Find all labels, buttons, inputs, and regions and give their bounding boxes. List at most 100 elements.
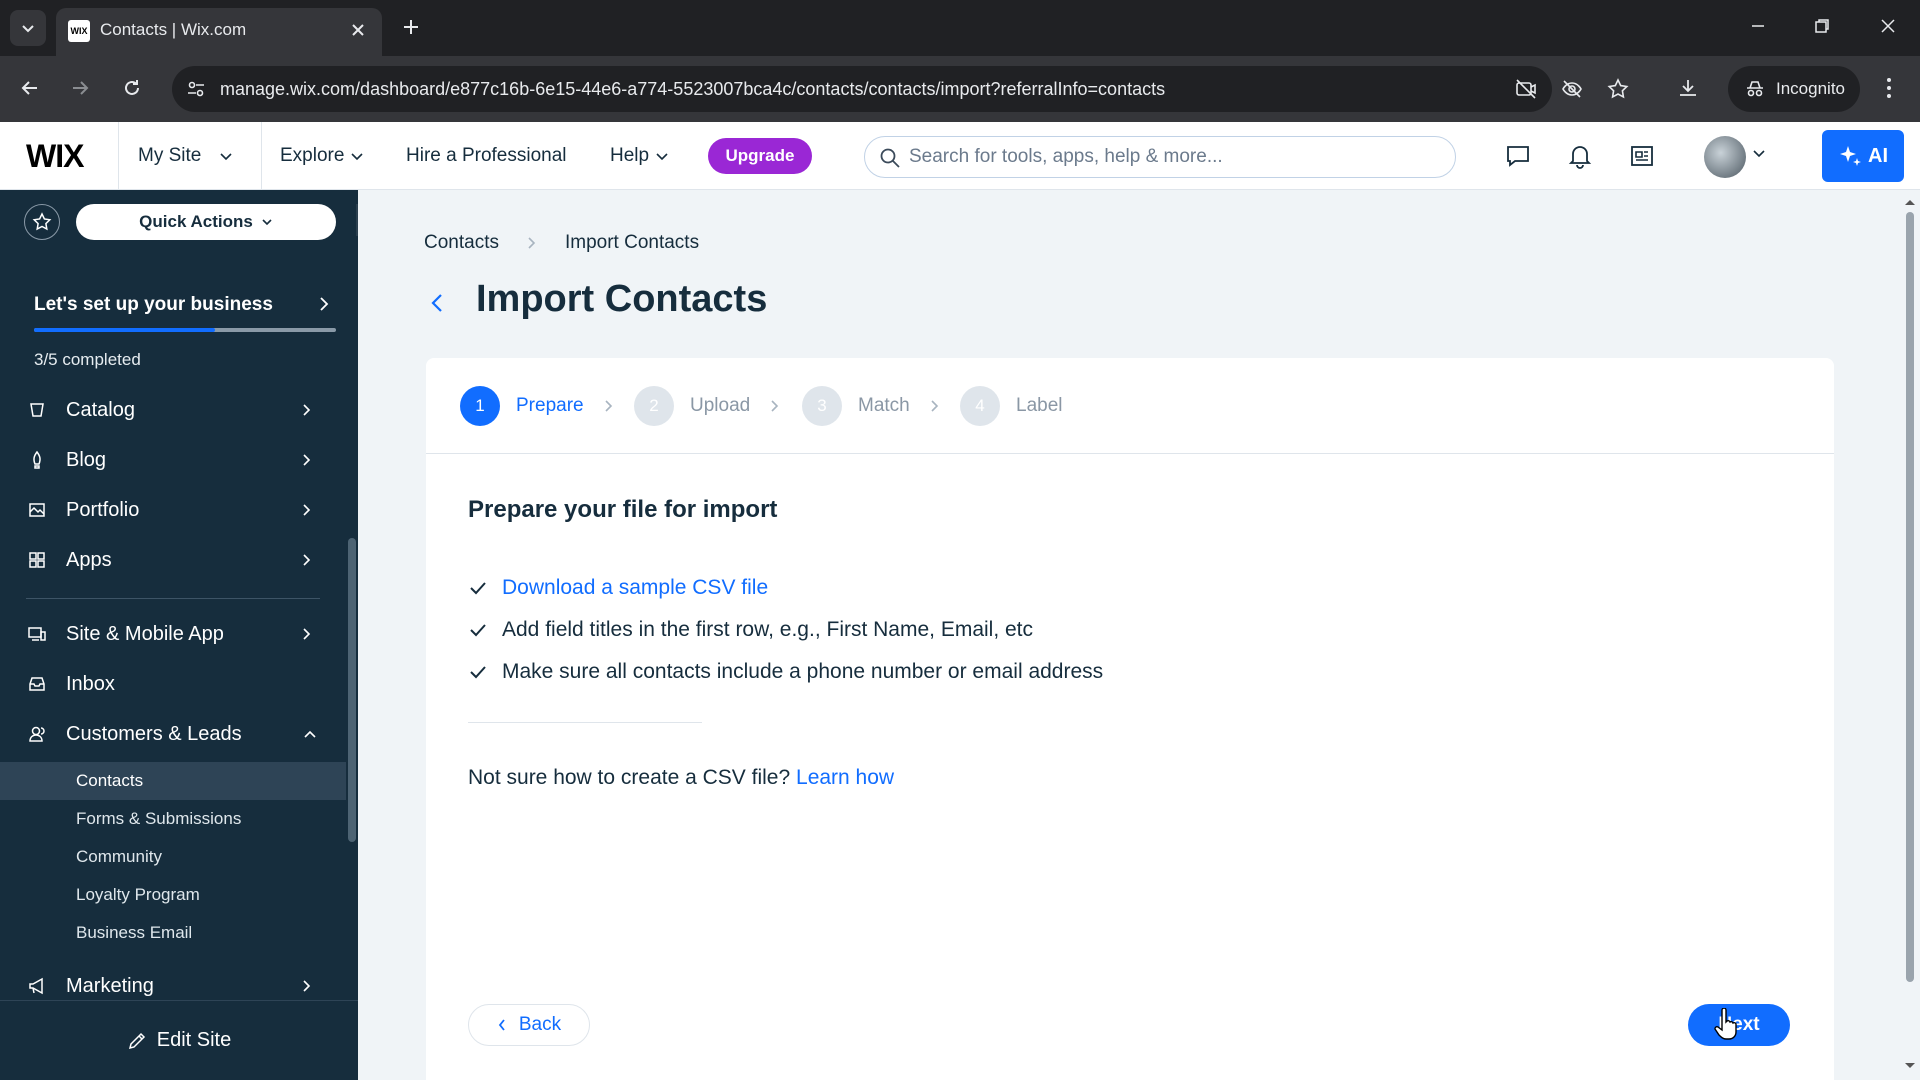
- window-close-button[interactable]: [1866, 8, 1910, 44]
- tab-title: Contacts | Wix.com: [100, 20, 247, 39]
- sidebar-item-label: Site & Mobile App: [66, 622, 224, 645]
- browser-menu-button[interactable]: [1874, 70, 1904, 106]
- hire-professional-link[interactable]: Hire a Professional: [406, 122, 567, 190]
- users-icon: [26, 723, 48, 745]
- chevron-right-icon: [303, 454, 311, 466]
- sidebar-subitem-community[interactable]: Community: [0, 838, 346, 876]
- sidebar-divider: [26, 598, 320, 599]
- chevron-right-icon: [303, 628, 311, 640]
- back-label: Back: [518, 1014, 562, 1035]
- search-box[interactable]: [864, 136, 1456, 178]
- minimize-button[interactable]: [1736, 8, 1780, 44]
- news-button[interactable]: [1626, 140, 1658, 172]
- breadcrumb-current: Import Contacts: [564, 232, 700, 253]
- avatar[interactable]: [1704, 136, 1746, 178]
- step-label: Upload: [690, 395, 751, 416]
- chevron-down-icon[interactable]: [1752, 146, 1766, 160]
- edit-site-button[interactable]: Edit Site: [0, 1000, 358, 1080]
- checklist-item: Add field titles in the first row, e.g.,…: [468, 618, 1033, 642]
- chevron-right-icon: [771, 400, 779, 412]
- learn-how-link[interactable]: Learn how: [796, 766, 894, 789]
- eye-off-icon[interactable]: [1558, 75, 1586, 103]
- sidebar-subitem-forms-submissions[interactable]: Forms & Submissions: [0, 800, 346, 838]
- import-card: 1 Prepare 2 Upload 3 Match 4 Label Prepa…: [426, 358, 1834, 1080]
- sparkle-icon: [1840, 146, 1861, 166]
- search-input[interactable]: [909, 139, 1439, 175]
- explore-label: Explore: [280, 145, 345, 166]
- edit-site-label: Edit Site: [156, 1029, 232, 1051]
- minimize-icon: [1752, 25, 1764, 27]
- browser-tab[interactable]: WIX Contacts | Wix.com: [56, 8, 382, 56]
- chevron-right-icon: [303, 504, 311, 516]
- kebab-menu-icon: [1887, 78, 1891, 98]
- back-button[interactable]: Back: [468, 1004, 590, 1046]
- sidebar-item-label: Blog: [66, 448, 107, 471]
- setup-title[interactable]: Let's set up your business: [34, 294, 273, 316]
- sidebar-item-catalog[interactable]: Catalog: [0, 388, 340, 432]
- section-title: Prepare your file for import: [468, 496, 778, 523]
- restore-button[interactable]: [1800, 8, 1844, 44]
- scroll-down-icon[interactable]: [1900, 1060, 1920, 1072]
- wix-logo[interactable]: WIX: [26, 138, 84, 175]
- tab-close-button[interactable]: [346, 18, 370, 42]
- sidebar-subitem-loyalty-program[interactable]: Loyalty Program: [0, 876, 346, 914]
- reload-button[interactable]: [114, 70, 150, 106]
- bell-icon: [1568, 146, 1592, 169]
- address-bar[interactable]: manage.wix.com/dashboard/e877c16b-6e15-4…: [172, 66, 1629, 112]
- hire-label: Hire a Professional: [406, 145, 567, 166]
- incognito-badge[interactable]: Incognito: [1728, 66, 1860, 112]
- sidebar-item-customers-leads[interactable]: Customers & Leads: [0, 712, 340, 756]
- breadcrumb-contacts[interactable]: Contacts: [424, 232, 499, 254]
- page-title: Import Contacts: [476, 278, 768, 320]
- help-dropdown[interactable]: Help: [610, 122, 669, 190]
- site-info-button[interactable]: [180, 73, 212, 105]
- scroll-up-icon[interactable]: [1900, 196, 1920, 208]
- tab-search-button[interactable]: [10, 10, 46, 46]
- sidebar-item-portfolio[interactable]: Portfolio: [0, 488, 340, 532]
- pencil-icon: [128, 1032, 145, 1049]
- sidebar-item-apps[interactable]: Apps: [0, 538, 340, 582]
- sidebar-item-site-mobile-app[interactable]: Site & Mobile App: [0, 612, 340, 656]
- help-label: Help: [610, 145, 650, 166]
- chevron-right-icon: [303, 554, 311, 566]
- download-button[interactable]: [1670, 70, 1706, 106]
- main-scrollbar[interactable]: [1900, 190, 1920, 1080]
- explore-dropdown[interactable]: Explore: [280, 122, 364, 190]
- sidebar-subitem-business-email[interactable]: Business Email: [0, 914, 346, 952]
- chevron-up-icon: [304, 730, 316, 738]
- step-number: 4: [960, 386, 1000, 426]
- megaphone-icon: [26, 975, 48, 997]
- inbox-icon: [26, 673, 48, 695]
- chevron-right-icon: [528, 237, 536, 249]
- upgrade-button[interactable]: Upgrade: [708, 138, 812, 174]
- sidebar-item-label: Catalog: [66, 398, 135, 421]
- notifications-button[interactable]: [1564, 140, 1596, 172]
- sidebar-item-inbox[interactable]: Inbox: [0, 662, 340, 706]
- help-text: Not sure how to create a CSV file?: [468, 766, 791, 789]
- sidebar-scrollbar[interactable]: [348, 538, 356, 842]
- download-icon: [1680, 80, 1696, 96]
- wix-favicon-icon: WIX: [68, 20, 90, 42]
- quick-actions-button[interactable]: Quick Actions: [76, 204, 336, 240]
- sidebar-subitem-contacts[interactable]: Contacts: [0, 762, 346, 800]
- reload-icon: [125, 80, 139, 95]
- sidebar-item-blog[interactable]: Blog: [0, 438, 340, 482]
- forward-nav-button[interactable]: [62, 70, 98, 106]
- camera-off-icon[interactable]: [1512, 75, 1540, 103]
- back-nav-button[interactable]: [12, 70, 48, 106]
- new-tab-button[interactable]: [396, 12, 426, 42]
- step-label: Label: [1016, 395, 1063, 416]
- chevron-right-icon[interactable]: [318, 294, 330, 314]
- step-number: 3: [802, 386, 842, 426]
- chevron-left-icon: [431, 294, 442, 312]
- scrollbar-thumb[interactable]: [1906, 212, 1914, 982]
- browser-toolbar: manage.wix.com/dashboard/e877c16b-6e15-4…: [0, 56, 1920, 122]
- favorites-button[interactable]: [24, 204, 60, 240]
- chevron-right-icon: [303, 980, 311, 992]
- messages-button[interactable]: [1502, 140, 1534, 172]
- download-sample-csv-link[interactable]: Download a sample CSV file: [502, 576, 768, 600]
- bookmark-star-icon[interactable]: [1604, 75, 1632, 103]
- page-back-button[interactable]: [424, 290, 450, 316]
- ai-button[interactable]: AI: [1822, 130, 1904, 182]
- my-site-dropdown[interactable]: My Site: [118, 122, 262, 190]
